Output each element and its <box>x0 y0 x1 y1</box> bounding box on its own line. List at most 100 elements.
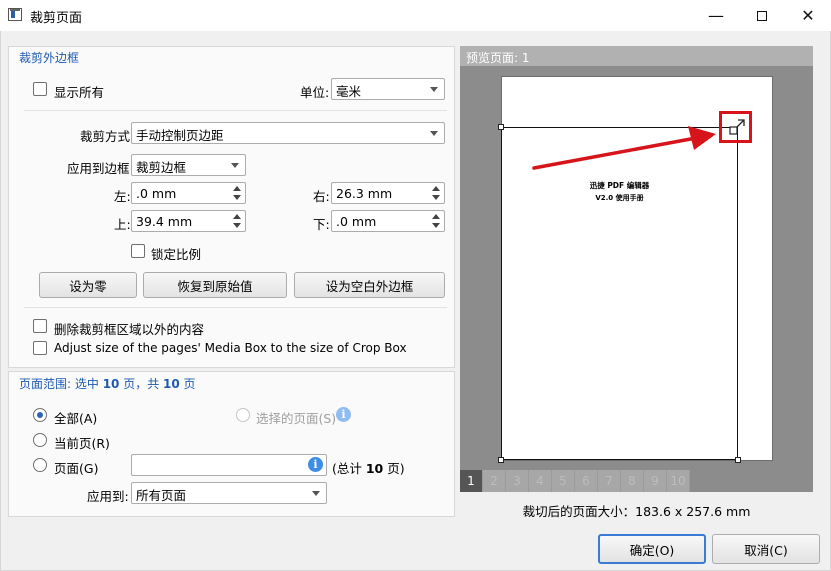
selected-pages-label: 选择的页面(S) <box>256 411 337 426</box>
set-zero-button[interactable]: 设为零 <box>39 272 137 298</box>
page-tab[interactable]: 1 <box>460 470 483 492</box>
minimize-icon: — <box>708 6 724 25</box>
document-title: 迅捷 PDF 编辑器 <box>589 181 650 190</box>
all-pages-radio[interactable] <box>33 408 47 422</box>
spin-up-icon[interactable] <box>432 214 440 219</box>
left-margin-label: 左: <box>114 189 131 204</box>
crop-mode-dropdown[interactable]: 手动控制页边距 <box>131 122 445 144</box>
top-margin-label: 上: <box>114 217 131 232</box>
crop-handle-top-left[interactable] <box>498 124 504 130</box>
unit-label: 单位: <box>300 85 330 100</box>
current-page-label: 当前页(R) <box>54 436 110 451</box>
separator <box>24 307 447 308</box>
close-button[interactable]: ✕ <box>785 0 831 31</box>
bottom-margin-spinbox[interactable]: .0 mm <box>331 210 445 232</box>
bottom-margin-value: .0 mm <box>336 214 377 229</box>
crop-mode-value: 手动控制页边距 <box>136 128 224 143</box>
all-pages-label: 全部(A) <box>54 411 98 426</box>
cancel-button[interactable]: 取消(C) <box>712 534 820 564</box>
delete-outside-label: 删除裁剪框区域以外的内容 <box>54 322 205 337</box>
minimize-button[interactable]: — <box>693 0 739 31</box>
show-all-label: 显示所有 <box>54 85 105 100</box>
ok-button[interactable]: 确定(O) <box>598 534 706 564</box>
top-margin-value: 39.4 mm <box>136 214 193 229</box>
page-tab[interactable]: 10 <box>667 470 690 492</box>
spin-up-icon[interactable] <box>233 214 241 219</box>
current-page-radio[interactable] <box>33 433 47 447</box>
crop-handle-bottom-left[interactable] <box>498 457 504 463</box>
unit-value: 毫米 <box>336 84 362 99</box>
info-icon[interactable]: i <box>308 457 323 472</box>
right-margin-value: 26.3 mm <box>336 186 393 201</box>
page-range-title-suffix: 页 <box>179 377 196 391</box>
adjust-media-box-label: Adjust size of the pages' Media Box to t… <box>54 341 407 355</box>
highlight-box <box>719 111 752 143</box>
apply-to-pages-value: 所有页面 <box>136 488 187 503</box>
page-tab[interactable]: 4 <box>529 470 552 492</box>
chevron-down-icon <box>430 87 438 92</box>
restore-original-button[interactable]: 恢复到原始值 <box>143 272 287 298</box>
total-suffix: 页) <box>383 461 405 476</box>
crop-mode-label: 裁剪方式 <box>80 129 131 144</box>
crop-size-text: 裁切后的页面大小：183.6 x 257.6 mm <box>522 504 751 519</box>
document-subtitle: V2.0 使用手册 <box>595 194 644 202</box>
preview-header: 预览页面: 1 <box>460 46 813 66</box>
maximize-icon <box>757 10 767 21</box>
info-icon: i <box>336 407 351 422</box>
chevron-down-icon <box>312 491 320 496</box>
bottom-margin-label: 下: <box>313 217 330 232</box>
show-all-checkbox[interactable] <box>33 82 47 96</box>
unit-dropdown[interactable]: 毫米 <box>331 78 445 100</box>
right-margin-spinbox[interactable]: 26.3 mm <box>331 182 445 204</box>
spin-up-icon[interactable] <box>233 186 241 191</box>
lock-ratio-checkbox[interactable] <box>131 244 145 258</box>
total-page-count: 10 <box>163 377 180 391</box>
page-tab[interactable]: 8 <box>621 470 644 492</box>
spin-down-icon[interactable] <box>432 223 440 228</box>
spin-down-icon[interactable] <box>233 223 241 228</box>
page-range-title: 页面范围: 选中 10 页，共 10 页 <box>19 375 196 392</box>
page-range-title-prefix: 页面范围: 选中 <box>19 377 103 391</box>
spin-up-icon[interactable] <box>432 186 440 191</box>
maximize-button[interactable] <box>739 0 785 31</box>
spin-down-icon[interactable] <box>432 195 440 200</box>
page-tab[interactable]: 9 <box>644 470 667 492</box>
selected-page-count: 10 <box>102 377 120 391</box>
page-tab[interactable]: 3 <box>506 470 529 492</box>
page-tab[interactable]: 5 <box>552 470 575 492</box>
page-tab[interactable]: 6 <box>575 470 598 492</box>
total-prefix: (总计 <box>332 461 366 476</box>
page-range-title-mid: 页，共 <box>119 377 164 391</box>
page-tabs: 1 2 3 4 5 6 7 8 9 10 <box>460 470 813 492</box>
set-white-margin-button[interactable]: 设为空白外边框 <box>294 272 445 298</box>
delete-outside-checkbox[interactable] <box>33 319 47 333</box>
app-icon <box>8 8 22 21</box>
apply-to-border-dropdown[interactable]: 裁剪边框 <box>131 154 246 176</box>
right-margin-label: 右: <box>313 189 330 204</box>
crop-handle-bottom-right[interactable] <box>735 457 741 463</box>
spin-down-icon[interactable] <box>233 195 241 200</box>
chevron-down-icon <box>430 131 438 136</box>
separator <box>24 110 447 111</box>
page-tab[interactable]: 2 <box>483 470 506 492</box>
apply-to-pages-label: 应用到: <box>87 489 129 504</box>
left-margin-spinbox[interactable]: .0 mm <box>131 182 246 204</box>
pages-radio[interactable] <box>33 458 47 472</box>
close-icon: ✕ <box>801 6 815 25</box>
apply-to-border-label: 应用到边框 <box>67 161 130 176</box>
page-tab[interactable]: 7 <box>598 470 621 492</box>
window-title: 裁剪页面 <box>30 11 83 26</box>
left-margin-value: .0 mm <box>136 186 177 201</box>
total-pages-text: (总计 10 页) <box>332 458 405 477</box>
top-margin-spinbox[interactable]: 39.4 mm <box>131 210 246 232</box>
total-value: 10 <box>365 461 384 476</box>
crop-box-group-title: 裁剪外边框 <box>19 51 80 65</box>
selected-pages-radio[interactable] <box>236 408 250 422</box>
crop-frame[interactable] <box>501 127 738 460</box>
lock-ratio-label: 锁定比例 <box>151 247 202 262</box>
apply-to-pages-dropdown[interactable]: 所有页面 <box>131 482 327 504</box>
apply-to-border-value: 裁剪边框 <box>136 160 187 175</box>
red-arrow-annotation <box>532 126 716 170</box>
pages-input[interactable] <box>131 454 327 476</box>
adjust-media-box-checkbox[interactable] <box>33 341 47 355</box>
